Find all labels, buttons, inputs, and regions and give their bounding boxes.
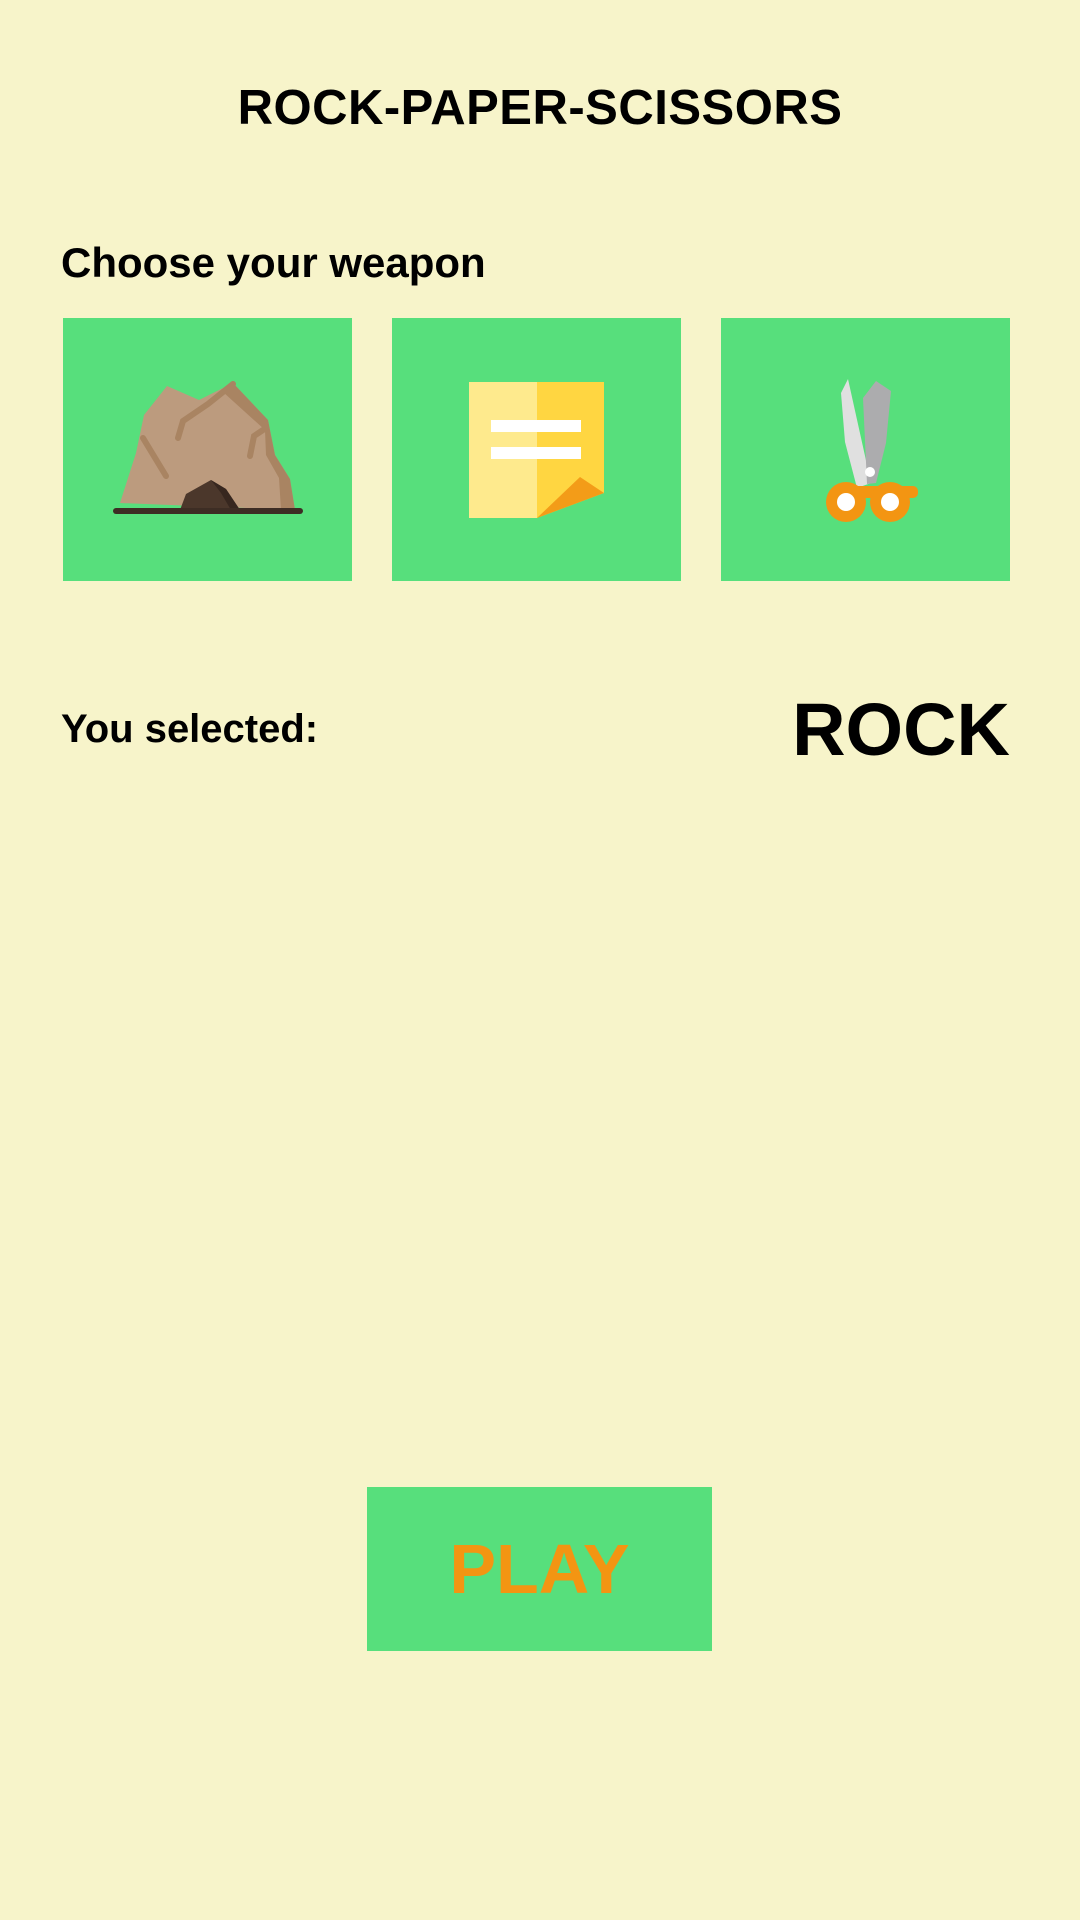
game-title: ROCK-PAPER-SCISSORS: [237, 81, 843, 135]
choose-weapon-label: Choose your weapon: [61, 239, 486, 286]
rock-icon: [113, 381, 303, 514]
scissors-weapon-button[interactable]: [721, 318, 1010, 581]
rock-weapon-button[interactable]: [63, 318, 352, 581]
selected-weapon-value: ROCK: [792, 688, 1010, 771]
play-button[interactable]: PLAY: [367, 1487, 712, 1651]
paper-note-icon: [469, 382, 604, 518]
paper-weapon-button[interactable]: [392, 318, 681, 581]
selected-label: You selected:: [61, 707, 319, 751]
scissors-icon: [826, 379, 918, 522]
